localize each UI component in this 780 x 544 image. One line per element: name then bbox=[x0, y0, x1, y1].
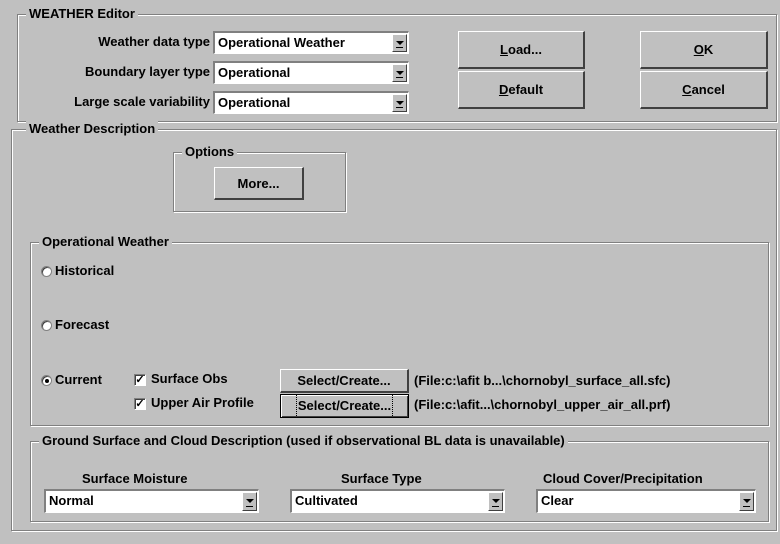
surface-moisture-value: Normal bbox=[49, 493, 94, 508]
weather-data-type-value: Operational Weather bbox=[218, 35, 345, 50]
cloud-cover-label: Cloud Cover/Precipitation bbox=[543, 471, 703, 486]
load-button-label: oad... bbox=[508, 42, 542, 57]
large-scale-variability-label: Large scale variability bbox=[74, 94, 210, 109]
surface-obs-file-path: (File:c:\afit b...\chornobyl_surface_all… bbox=[414, 373, 671, 388]
upper-air-file-path: (File:c:\afit...\chornobyl_upper_air_all… bbox=[414, 397, 671, 412]
boundary-layer-type-label: Boundary layer type bbox=[85, 64, 210, 79]
cloud-cover-dropdown-arrow-icon[interactable] bbox=[739, 492, 754, 511]
surface-moisture-dropdown-arrow-icon[interactable] bbox=[242, 492, 257, 511]
boundary-layer-type-value: Operational bbox=[218, 65, 291, 80]
weather-data-type-label: Weather data type bbox=[98, 34, 210, 49]
load-button-accesskey: L bbox=[500, 42, 508, 57]
cancel-button[interactable]: Cancel bbox=[640, 71, 768, 109]
upper-air-select-create-button[interactable]: Select/Create... bbox=[280, 394, 409, 418]
ok-button-accesskey: O bbox=[693, 42, 704, 57]
current-label[interactable]: Current bbox=[55, 372, 102, 388]
surface-type-select[interactable]: Cultivated bbox=[290, 489, 505, 513]
forecast-label[interactable]: Forecast bbox=[55, 317, 109, 333]
more-button-label: More... bbox=[237, 176, 280, 191]
default-button-accesskey: D bbox=[498, 82, 509, 97]
forecast-radio[interactable] bbox=[41, 320, 52, 331]
cancel-button-label: ancel bbox=[691, 82, 725, 97]
options-title: Options bbox=[182, 144, 238, 160]
surface-type-dropdown-arrow-icon[interactable] bbox=[488, 492, 503, 511]
upper-air-profile-checkbox[interactable]: ✓ bbox=[134, 398, 146, 410]
surface-obs-select-create-button[interactable]: Select/Create... bbox=[280, 369, 409, 393]
surface-moisture-select[interactable]: Normal bbox=[44, 489, 259, 513]
ok-button[interactable]: OK bbox=[640, 31, 768, 69]
cancel-button-accesskey: C bbox=[682, 82, 692, 97]
default-button-label: efault bbox=[508, 82, 544, 97]
operational-weather-title: Operational Weather bbox=[39, 234, 172, 250]
cloud-cover-value: Clear bbox=[541, 493, 574, 508]
ground-surface-title: Ground Surface and Cloud Description (us… bbox=[39, 433, 568, 449]
historical-radio[interactable] bbox=[41, 266, 52, 277]
surface-type-value: Cultivated bbox=[295, 493, 358, 508]
surface-type-label: Surface Type bbox=[341, 471, 422, 486]
weather-data-type-select[interactable]: Operational Weather bbox=[213, 31, 409, 54]
default-button[interactable]: Default bbox=[458, 71, 585, 109]
surface-moisture-label: Surface Moisture bbox=[82, 471, 188, 486]
weather-description-title: Weather Description bbox=[26, 121, 159, 137]
weather-editor-title: WEATHER Editor bbox=[26, 6, 138, 22]
ok-button-label: K bbox=[703, 42, 714, 57]
current-radio[interactable] bbox=[41, 375, 52, 386]
historical-label[interactable]: Historical bbox=[55, 263, 114, 279]
upper-air-profile-label[interactable]: Upper Air Profile bbox=[151, 395, 254, 411]
large-scale-variability-select[interactable]: Operational bbox=[213, 91, 409, 114]
boundary-layer-type-select[interactable]: Operational bbox=[213, 61, 409, 84]
upper-air-select-create-label: Select/Create... bbox=[295, 394, 394, 418]
more-button[interactable]: More... bbox=[214, 167, 304, 200]
boundary-layer-type-dropdown-arrow-icon[interactable] bbox=[392, 64, 407, 82]
weather-data-type-dropdown-arrow-icon[interactable] bbox=[392, 34, 407, 52]
surface-obs-checkbox[interactable]: ✓ bbox=[134, 374, 146, 386]
large-scale-variability-value: Operational bbox=[218, 95, 291, 110]
load-button[interactable]: Load... bbox=[458, 31, 585, 69]
surface-obs-select-create-label: Select/Create... bbox=[297, 373, 391, 388]
surface-obs-label[interactable]: Surface Obs bbox=[151, 371, 228, 387]
cloud-cover-select[interactable]: Clear bbox=[536, 489, 756, 513]
large-scale-variability-dropdown-arrow-icon[interactable] bbox=[392, 94, 407, 112]
